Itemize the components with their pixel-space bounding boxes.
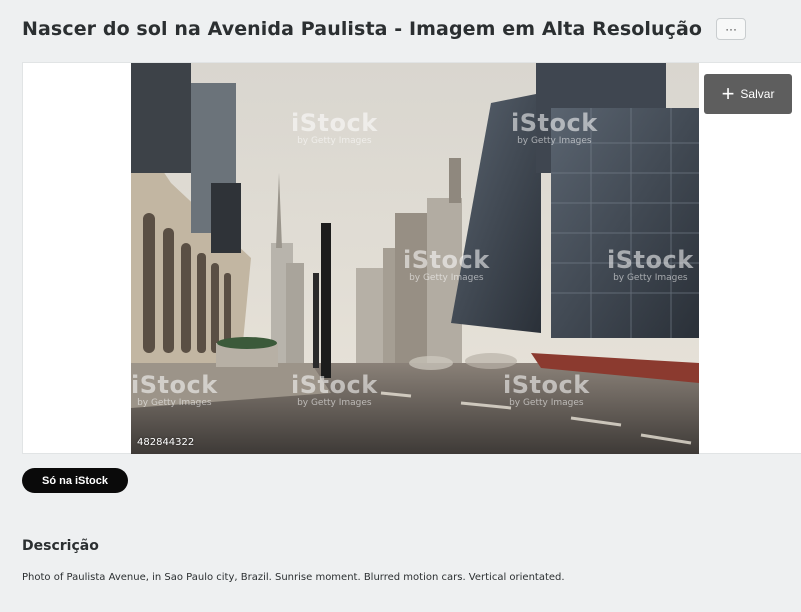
watermark: iStock by Getty Images bbox=[607, 246, 694, 283]
image-viewer: iStock by Getty Images iStock by Getty I… bbox=[22, 62, 801, 454]
save-button-label: Salvar bbox=[740, 87, 775, 101]
exclusive-badge[interactable]: Só na iStock bbox=[22, 468, 129, 493]
description-text: Photo of Paulista Avenue, in Sao Paulo c… bbox=[22, 572, 565, 583]
save-button[interactable]: + Salvar bbox=[704, 74, 792, 114]
image-id-label: 482844322 bbox=[137, 437, 195, 448]
description-heading: Descrição bbox=[22, 538, 99, 554]
page-title: Nascer do sol na Avenida Paulista - Imag… bbox=[22, 18, 703, 40]
watermark: iStock by Getty Images bbox=[511, 109, 598, 146]
watermark: iStock by Getty Images bbox=[291, 371, 378, 408]
watermark: iStock by Getty Images bbox=[503, 371, 590, 408]
title-row: Nascer do sol na Avenida Paulista - Imag… bbox=[22, 14, 747, 44]
more-options-button[interactable]: ··· bbox=[716, 18, 747, 40]
stock-photo[interactable]: iStock by Getty Images iStock by Getty I… bbox=[131, 63, 699, 454]
watermark: iStock by Getty Images bbox=[291, 109, 378, 146]
plus-icon: + bbox=[721, 81, 735, 106]
watermark: iStock by Getty Images bbox=[131, 371, 218, 408]
watermark: iStock by Getty Images bbox=[403, 246, 490, 283]
